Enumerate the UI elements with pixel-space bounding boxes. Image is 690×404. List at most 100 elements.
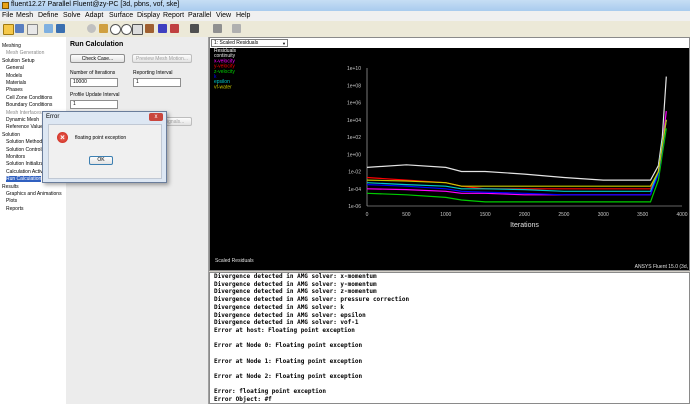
y-tick-label: 1e-04 bbox=[348, 187, 361, 193]
tree-item[interactable]: Meshing bbox=[2, 43, 21, 49]
tree-item[interactable]: Materials bbox=[6, 80, 26, 86]
tree-item[interactable]: Boundary Conditions bbox=[6, 102, 52, 108]
tree-item[interactable]: Solution bbox=[2, 132, 20, 138]
plot-footer-version: ANSYS Fluent 15.0 (3d, bbox=[635, 264, 688, 270]
zoom-out-icon[interactable] bbox=[121, 24, 132, 35]
y-tick-label: 1e-06 bbox=[348, 204, 361, 210]
rotate-icon[interactable] bbox=[87, 24, 96, 33]
menu-display[interactable]: Display bbox=[137, 12, 160, 19]
error-dialog-body: × floating point exception OK bbox=[48, 124, 162, 179]
x-tick-label: 0 bbox=[366, 212, 369, 218]
menu-view[interactable]: View bbox=[216, 12, 231, 19]
console-line: Divergence detected in AMG solver: x-mom… bbox=[214, 273, 377, 280]
console-line: Error at Node 0: Floating point exceptio… bbox=[214, 342, 363, 350]
graphics-window: 1: Scaled Residuals ▼ 0 500 1000 1500 2000 25… bbox=[209, 37, 690, 271]
pan-icon[interactable] bbox=[99, 24, 108, 33]
probe-icon[interactable] bbox=[145, 24, 154, 33]
menu-mesh[interactable]: Mesh bbox=[16, 12, 33, 19]
tree-item[interactable]: Mesh Generation bbox=[6, 50, 44, 56]
legend-entry: z-velocity bbox=[214, 69, 235, 75]
iterations-input[interactable]: 10000 bbox=[70, 78, 118, 87]
view-options-icon[interactable] bbox=[232, 24, 241, 33]
x-tick-label: 3000 bbox=[598, 212, 609, 218]
tree-item[interactable]: Phases bbox=[6, 87, 23, 93]
console-line: Divergence detected in AMG solver: y-mom… bbox=[214, 280, 377, 288]
x-tick-label: 2500 bbox=[558, 212, 569, 218]
reporting-interval-label: Reporting Interval bbox=[133, 70, 173, 76]
profile-update-input[interactable]: 1 bbox=[70, 100, 118, 109]
y-tick-label: 1e+06 bbox=[347, 101, 361, 107]
zoom-box-icon[interactable] bbox=[132, 24, 143, 35]
error-icon: × bbox=[57, 132, 68, 143]
tree-item[interactable]: Results bbox=[2, 184, 19, 190]
ok-button[interactable]: OK bbox=[89, 156, 113, 165]
iterations-label: Number of Iterations bbox=[70, 70, 116, 76]
tree-item[interactable]: Solution Controls bbox=[6, 147, 44, 153]
menu-solve[interactable]: Solve bbox=[63, 12, 81, 19]
x-tick-label: 1500 bbox=[480, 212, 491, 218]
menu-define[interactable]: Define bbox=[38, 12, 58, 19]
navigation-tree: Meshing Mesh Generation Solution Setup Gene… bbox=[0, 37, 67, 404]
x-tick-label: 4000 bbox=[676, 212, 687, 218]
menu-adapt[interactable]: Adapt bbox=[85, 12, 103, 19]
tree-item[interactable]: General bbox=[6, 65, 24, 71]
y-tick-label: 1e+00 bbox=[347, 152, 361, 158]
console-line: Error at Node 2: Floating point exceptio… bbox=[214, 373, 363, 381]
tree-item[interactable]: Run Calculation bbox=[6, 176, 42, 183]
tree-item[interactable]: Dynamic Mesh bbox=[6, 117, 39, 123]
y-tick-label: 1e+10 bbox=[347, 66, 361, 72]
console-line: Error at host: Floating point exception bbox=[214, 326, 355, 334]
y-tick-label: 1e+08 bbox=[347, 83, 361, 89]
help-icon[interactable] bbox=[56, 24, 65, 33]
tree-item[interactable]: Reference Values bbox=[6, 124, 45, 130]
print-icon[interactable] bbox=[44, 24, 53, 33]
residuals-plot: 0 500 1000 1500 2000 2500 3000 3500 4000 1e-06 1e-… bbox=[210, 48, 689, 270]
tree-item[interactable]: Solution Methods bbox=[6, 139, 45, 145]
menu-help[interactable]: Help bbox=[236, 12, 250, 19]
zoom-in-icon[interactable] bbox=[110, 24, 121, 35]
layout-icon[interactable] bbox=[190, 24, 199, 33]
x-tick-label: 2000 bbox=[519, 212, 530, 218]
plot-background bbox=[210, 48, 689, 270]
tree-item[interactable]: Mesh Interfaces bbox=[6, 110, 42, 116]
menu-report[interactable]: Report bbox=[163, 12, 184, 19]
title-bar: fluent12.27 Parallel Fluent@zy-PC [3d, p… bbox=[0, 0, 690, 11]
orient-icon[interactable] bbox=[170, 24, 179, 33]
menu-parallel[interactable]: Parallel bbox=[188, 12, 211, 19]
y-tick-label: 1e+02 bbox=[347, 135, 361, 141]
x-tick-label: 1000 bbox=[440, 212, 451, 218]
error-dialog: Error x × floating point exception OK bbox=[42, 111, 167, 183]
error-message: floating point exception bbox=[75, 135, 127, 141]
dialog-close-button[interactable]: x bbox=[149, 113, 163, 121]
profile-update-label: Profile Update Interval bbox=[70, 92, 120, 98]
reporting-interval-input[interactable]: 1 bbox=[133, 78, 181, 87]
console-line: Divergence detected in AMG solver: epsil… bbox=[214, 311, 366, 319]
console-line: Divergence detected in AMG solver: k bbox=[214, 303, 345, 311]
console-line: Error at Node 1: Floating point exceptio… bbox=[214, 357, 363, 365]
tree-item[interactable]: Plots bbox=[6, 198, 17, 204]
preview-mesh-motion-button[interactable]: Preview Mesh Motion... bbox=[132, 54, 192, 63]
tree-item[interactable]: Reports bbox=[6, 206, 24, 212]
console-line: Divergence detected in AMG solver: vof-1 bbox=[214, 319, 359, 327]
fit-icon[interactable] bbox=[158, 24, 167, 33]
tree-item[interactable]: Graphics and Animations bbox=[6, 191, 62, 197]
open-folder-icon[interactable] bbox=[3, 24, 14, 35]
new-file-icon[interactable] bbox=[27, 24, 38, 35]
menu-file[interactable]: File bbox=[2, 12, 13, 19]
console-output[interactable]: Divergence detected in AMG solver: x-mom… bbox=[209, 272, 690, 404]
check-case-button[interactable]: Check Case... bbox=[70, 54, 125, 63]
menu-surface[interactable]: Surface bbox=[109, 12, 133, 19]
save-icon[interactable] bbox=[15, 24, 24, 33]
y-tick-label: 1e-02 bbox=[348, 170, 361, 176]
window-layout-icon[interactable] bbox=[213, 24, 222, 33]
x-tick-label: 3500 bbox=[637, 212, 648, 218]
menu-bar: File Mesh Define Solve Adapt Surface Dis… bbox=[0, 11, 690, 21]
tree-item[interactable]: Cell Zone Conditions bbox=[6, 95, 52, 101]
tree-item[interactable]: Monitors bbox=[6, 154, 25, 160]
tree-item[interactable]: Solution Setup bbox=[2, 58, 35, 64]
plot-footer-title: Scaled Residuals bbox=[215, 258, 254, 264]
tree-item[interactable]: Models bbox=[6, 73, 22, 79]
